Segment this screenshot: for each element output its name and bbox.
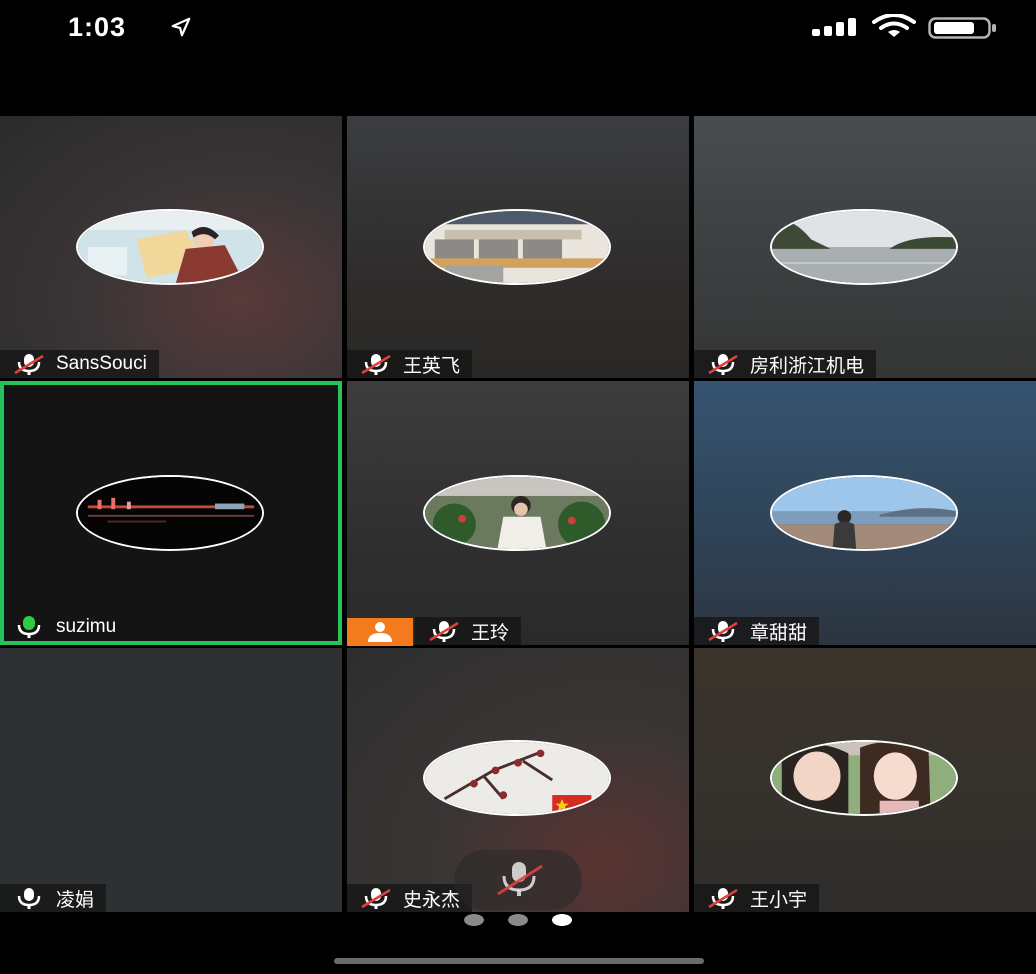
participant-nameplate: SansSouci xyxy=(0,350,159,378)
participant-tile[interactable]: 王玲 xyxy=(347,381,689,645)
participant-tile[interactable]: SansSouci xyxy=(0,116,342,378)
muted-mic-icon xyxy=(361,354,391,375)
participant-nameplate: 凌娟 xyxy=(0,884,107,912)
location-arrow-icon xyxy=(171,17,191,37)
participant-tile[interactable]: 王小宇 xyxy=(694,648,1036,912)
home-indicator[interactable] xyxy=(334,958,704,964)
muted-mic-icon xyxy=(361,888,391,909)
status-time: 1:03 xyxy=(68,12,127,42)
participant-name: 史永杰 xyxy=(403,889,461,911)
participant-name: SansSouci xyxy=(56,353,147,374)
participant-tile[interactable]: 凌娟 xyxy=(0,648,342,912)
mic-on-icon xyxy=(17,888,41,909)
participant-tile[interactable]: 王英飞 xyxy=(347,116,689,378)
status-bar: 1:03 xyxy=(0,0,1036,56)
participant-name: 凌娟 xyxy=(56,889,95,911)
page-dot-current[interactable] xyxy=(552,914,572,926)
participant-tile[interactable]: 房利浙江机电 xyxy=(694,116,1036,378)
toggle-mute-button[interactable] xyxy=(454,850,582,910)
participant-nameplate: suzimu xyxy=(4,613,129,641)
participant-avatar xyxy=(76,209,264,285)
participant-name: 章甜甜 xyxy=(750,622,808,644)
participant-name: 王小宇 xyxy=(750,889,808,911)
participant-nameplate: 王英飞 xyxy=(347,350,473,378)
participant-avatar xyxy=(423,475,611,551)
muted-mic-icon xyxy=(708,354,738,375)
participant-nameplate: 房利浙江机电 xyxy=(694,350,877,378)
participant-name: 王英飞 xyxy=(403,355,461,377)
participant-nameplate: 章甜甜 xyxy=(694,617,820,645)
participant-avatar xyxy=(423,740,611,816)
muted-mic-icon xyxy=(497,862,543,896)
muted-mic-icon xyxy=(708,888,738,909)
participant-name: suzimu xyxy=(56,616,117,637)
cellular-signal-icon xyxy=(812,18,856,36)
participant-nameplate: 王小宇 xyxy=(694,884,820,912)
speaking-mic-icon xyxy=(17,616,41,638)
participant-name: 房利浙江机电 xyxy=(750,355,865,377)
participant-avatar xyxy=(770,740,958,816)
muted-mic-icon xyxy=(14,354,44,375)
participant-tile[interactable]: 章甜甜 xyxy=(694,381,1036,645)
wifi-icon xyxy=(872,14,916,37)
host-badge xyxy=(347,618,413,646)
participant-avatar xyxy=(76,475,264,551)
page-dot[interactable] xyxy=(464,914,484,926)
participant-nameplate: 王玲 xyxy=(415,617,522,645)
participant-name: 王玲 xyxy=(471,622,510,644)
battery-icon xyxy=(928,17,996,39)
participant-avatar xyxy=(770,209,958,285)
muted-mic-icon xyxy=(708,621,738,642)
participant-tile-active-speaker[interactable]: suzimu xyxy=(0,381,342,645)
page-indicator[interactable] xyxy=(0,914,1036,928)
participant-avatar xyxy=(770,475,958,551)
page-dot[interactable] xyxy=(508,914,528,926)
host-person-icon xyxy=(368,622,392,642)
muted-mic-icon xyxy=(429,621,459,642)
participant-avatar xyxy=(423,209,611,285)
